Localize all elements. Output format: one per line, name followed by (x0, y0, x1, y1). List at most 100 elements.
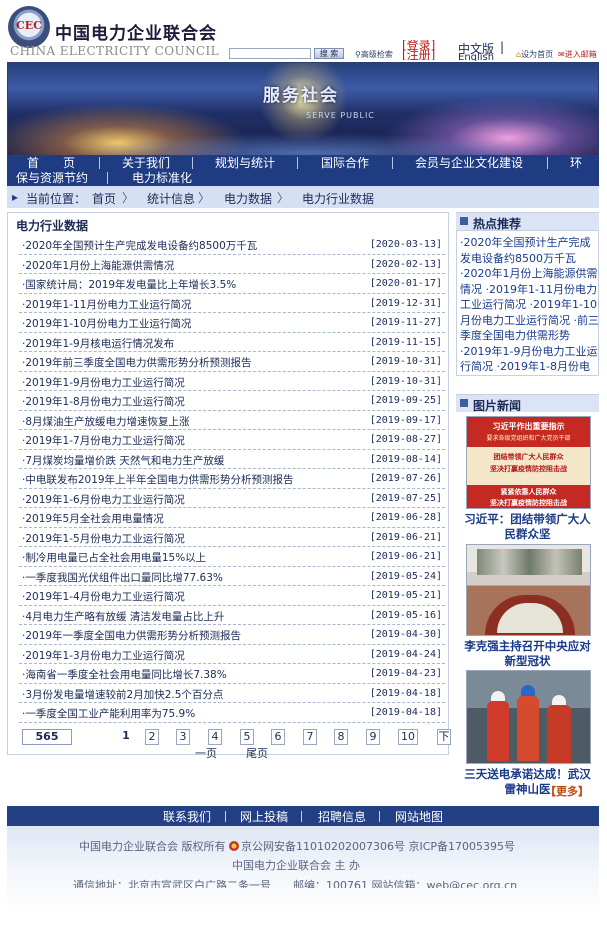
article-title-link[interactable]: ·国家统计局：2019年发电量比上年增长3.5% (22, 277, 236, 292)
article-title-link[interactable]: ·2019年1-6月份电力工业运行简况 (22, 492, 185, 507)
pic-news-item[interactable]: 习近平作出重要指示 要求各级党组织和广大党员干部 团结带领广大人民群众 坚决打赢… (456, 416, 599, 542)
news-photo-banner[interactable]: 习近平作出重要指示 要求各级党组织和广大党员干部 团结带领广大人民群众 坚决打赢… (466, 416, 591, 509)
news-photo-meeting[interactable] (466, 544, 591, 636)
article-row[interactable]: ·7月煤炭均量增价跌 天然气和电力生产放缓 [2019-08-14] (19, 450, 445, 469)
article-title-link[interactable]: ·2019年1-4月份电力工业运行简况 (22, 589, 185, 604)
pager-page-7[interactable]: 7 (303, 729, 317, 745)
pic-news-caption[interactable]: 习近平：团结带领广大人民群众坚 (460, 512, 595, 542)
pager-page-9[interactable]: 9 (366, 729, 380, 745)
article-row[interactable]: ·2019年1-4月份电力工业运行简况 [2019-05-21] (19, 586, 445, 606)
article-title-link[interactable]: ·2020年1月份上海能源供需情况 (22, 258, 174, 273)
set-homepage-link[interactable]: ⌂设为首页 (516, 49, 553, 60)
breadcrumb-home[interactable]: 首页 (92, 190, 116, 207)
article-title-link[interactable]: ·海南省一季度全社会用电量同比增长7.38% (22, 667, 227, 682)
lang-english-link[interactable]: English (458, 52, 494, 61)
article-title-link[interactable]: ·2019年1-9月核电运行情况发布 (22, 336, 174, 351)
more-link[interactable]: 【更多】 (545, 783, 589, 799)
mailbox-link[interactable]: ✉进入邮箱 (558, 49, 597, 60)
article-title-link[interactable]: ·8月煤油生产放缓电力增速恢复上涨 (22, 414, 190, 429)
article-row[interactable]: ·海南省一季度全社会用电量同比增长7.38% [2019-04-23] (19, 664, 445, 684)
nav-item-planning[interactable]: 规划与统计 (215, 156, 275, 171)
pic-news-caption[interactable]: 李克强主持召开中央应对新型冠状 (460, 639, 595, 669)
article-title-link[interactable]: ·2019年前三季度全国电力供需形势分析预测报告 (22, 355, 252, 370)
article-row[interactable]: ·制冷用电量已占全社会用电量15%以上 [2019-06-21] (19, 547, 445, 567)
article-title-link[interactable]: ·一季度我国光伏组件出口量同比增77.63% (22, 570, 223, 585)
article-title-link[interactable]: ·2019年1-10月份电力工业运行简况 (22, 316, 191, 331)
pager-last-page[interactable]: 尾页 (246, 745, 268, 761)
article-title-link[interactable]: ·一季度全国工业产能利用率为75.9% (22, 706, 195, 721)
article-row[interactable]: ·2019年1-9月核电运行情况发布 [2019-11-15] (19, 333, 445, 352)
article-row[interactable]: ·2019年一季度全国电力供需形势分析预测报告 [2019-04-30] (19, 625, 445, 645)
footer-link-jobs[interactable]: 招聘信息 (318, 808, 366, 825)
nav-item-members[interactable]: 会员与企业文化建设 (415, 156, 523, 171)
article-title-link[interactable]: ·2019年1-5月份电力工业运行简况 (22, 531, 185, 546)
pager-page-4[interactable]: 4 (208, 729, 222, 745)
pic-news-item[interactable]: 李克强主持召开中央应对新型冠状 (456, 544, 599, 669)
article-title-link[interactable]: ·3月份发电量增速较前2月加快2.5个百分点 (22, 687, 223, 702)
nav-item-home[interactable]: 首 页 (27, 156, 75, 171)
article-row[interactable]: ·一季度全国工业产能利用率为75.9% [2019-04-18] (19, 703, 445, 723)
article-title-link[interactable]: ·2019年1-9月份电力工业运行简况 (22, 375, 185, 390)
article-title-link[interactable]: ·中电联发布2019年上半年全国电力供需形势分析预测报告 (22, 472, 294, 487)
pager-page-8[interactable]: 8 (334, 729, 348, 745)
article-row[interactable]: ·中电联发布2019年上半年全国电力供需形势分析预测报告 [2019-07-26] (19, 469, 445, 489)
breadcrumb-stats-info[interactable]: 统计信息 (147, 190, 195, 207)
nav-item-environment[interactable]: 保与资源节约 (16, 171, 88, 186)
article-row[interactable]: ·2020年全国预计生产完成发电设备约8500万千瓦 [2020-03-13] (19, 235, 445, 255)
article-row[interactable]: ·2019年1-6月份电力工业运行简况 [2019-07-25] (19, 489, 445, 508)
article-title-link[interactable]: ·2019年一季度全国电力供需形势分析预测报告 (22, 628, 241, 643)
article-row[interactable]: ·2019年前三季度全国电力供需形势分析预测报告 [2019-10-31] (19, 352, 445, 372)
cec-logo-icon[interactable]: CEC (8, 6, 50, 48)
article-title-link[interactable]: ·2019年1-3月份电力工业运行简况 (22, 648, 185, 663)
nav-item-international[interactable]: 国际合作 (321, 156, 369, 171)
pager-page-6[interactable]: 6 (271, 729, 285, 745)
login-register-links[interactable]: [登录] [注册] (402, 40, 450, 60)
article-row[interactable]: ·8月煤油生产放缓电力增速恢复上涨 [2019-09-17] (19, 411, 445, 430)
article-title-link[interactable]: ·2019年1-8月份电力工业运行简况 (22, 394, 185, 409)
article-title-link[interactable]: ·2019年1-11月份电力工业运行简况 (22, 297, 191, 312)
footer-icp[interactable]: 京ICP备17005395号 (408, 840, 515, 853)
nav-item-standards[interactable]: 电力标准化 (132, 171, 192, 186)
article-row[interactable]: ·2019年5月全社会用电量情况 [2019-06-28] (19, 508, 445, 528)
article-row[interactable]: ·3月份发电量增速较前2月加快2.5个百分点 [2019-04-18] (19, 684, 445, 703)
site-name-cn[interactable]: 中国电力企业联合会 (55, 19, 217, 44)
article-row[interactable]: ·2019年1-3月份电力工业运行简况 [2019-04-24] (19, 645, 445, 664)
article-row[interactable]: ·2019年1-7月份电力工业运行简况 [2019-08-27] (19, 430, 445, 450)
search-input[interactable] (229, 48, 311, 59)
footer-police-record[interactable]: 京公网安备11010202007306号 (241, 840, 405, 853)
article-row[interactable]: ·4月电力生产略有放缓 清洁发电量占比上升 [2019-05-16] (19, 606, 445, 625)
pic-news-item[interactable]: 三天送电承诺达成！武汉雷神山医 (456, 670, 599, 797)
pager-page-1[interactable]: 1 (119, 729, 133, 745)
article-title-link[interactable]: ·2019年1-7月份电力工业运行简况 (22, 433, 185, 448)
article-row[interactable]: ·2019年1-8月份电力工业运行简况 [2019-09-25] (19, 391, 445, 411)
article-title-link[interactable]: ·2020年全国预计生产完成发电设备约8500万千瓦 (22, 238, 257, 253)
pager-page-10[interactable]: 10 (398, 729, 418, 745)
footer-link-submit[interactable]: 网上投稿 (240, 808, 288, 825)
advanced-search-link[interactable]: ⚲高级检索 (355, 49, 393, 60)
article-row[interactable]: ·2020年1月份上海能源供需情况 [2020-02-13] (19, 255, 445, 274)
nav-item-environment-start[interactable]: 环 (570, 156, 582, 171)
article-row[interactable]: ·2019年1-10月份电力工业运行简况 [2019-11-27] (19, 313, 445, 333)
footer-link-sitemap[interactable]: 网站地图 (395, 808, 443, 825)
article-title-link[interactable]: ·2019年5月全社会用电量情况 (22, 511, 164, 526)
article-row[interactable]: ·2019年1-5月份电力工业运行简况 [2019-06-21] (19, 528, 445, 547)
article-title-link[interactable]: ·7月煤炭均量增价跌 天然气和电力生产放缓 (22, 453, 224, 468)
article-title-link[interactable]: ·制冷用电量已占全社会用电量15%以上 (22, 550, 206, 565)
pager-page-3[interactable]: 3 (176, 729, 190, 745)
nav-item-about[interactable]: 关于我们 (122, 156, 170, 171)
pager-page-2[interactable]: 2 (145, 729, 159, 745)
hot-scroller[interactable]: ·2020年全国预计生产完成发电设备约8500万千瓦 ·2020年1月份上海能源… (456, 230, 599, 376)
article-title-link[interactable]: ·4月电力生产略有放缓 清洁发电量占比上升 (22, 609, 224, 624)
article-row[interactable]: ·国家统计局：2019年发电量比上年增长3.5% [2020-01-17] (19, 274, 445, 294)
pager-next-page[interactable]: 下 (437, 729, 451, 745)
article-row[interactable]: ·2019年1-11月份电力工业运行简况 [2019-12-31] (19, 294, 445, 313)
breadcrumb-power-data[interactable]: 电力数据 (224, 190, 272, 207)
pager-prev-page[interactable]: 一页 (195, 745, 217, 761)
hot-scroll-text[interactable]: ·2020年全国预计生产完成发电设备约8500万千瓦 ·2020年1月份上海能源… (460, 235, 598, 375)
article-row[interactable]: ·一季度我国光伏组件出口量同比增77.63% [2019-05-24] (19, 567, 445, 586)
news-photo-workers[interactable] (466, 670, 591, 764)
search-button[interactable]: 搜 索 (314, 48, 344, 59)
pager-page-5[interactable]: 5 (240, 729, 254, 745)
footer-link-contact[interactable]: 联系我们 (163, 808, 211, 825)
article-row[interactable]: ·2019年1-9月份电力工业运行简况 [2019-10-31] (19, 372, 445, 391)
